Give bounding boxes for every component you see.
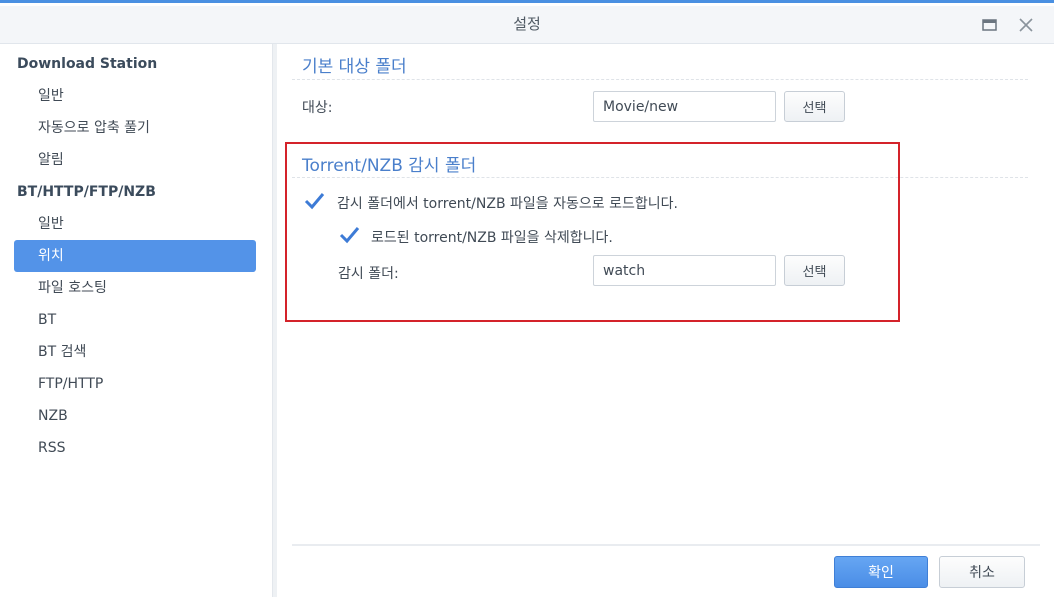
watch-folder-input[interactable] <box>593 255 776 286</box>
maximize-button[interactable] <box>979 14 1001 36</box>
sidebar-item-bt-search[interactable]: BT 검색 <box>14 336 256 368</box>
footer-divider <box>292 544 1040 546</box>
sidebar-scrollbar[interactable] <box>273 44 277 597</box>
watch-folder-select-button[interactable]: 선택 <box>784 255 845 286</box>
sidebar-item-notification[interactable]: 알림 <box>14 144 256 176</box>
sidebar-item-nzb[interactable]: NZB <box>14 400 256 432</box>
checkmark-icon <box>304 193 325 210</box>
sidebar-item-general[interactable]: 일반 <box>14 80 256 112</box>
delete-loaded-checkbox[interactable] <box>338 224 360 246</box>
sidebar-item-location[interactable]: 위치 <box>14 240 256 272</box>
sidebar: Download Station 일반 자동으로 압축 풀기 알림 BT/HTT… <box>0 44 273 597</box>
sidebar-item-bt-general[interactable]: 일반 <box>14 208 256 240</box>
sidebar-item-auto-extract[interactable]: 자동으로 압축 풀기 <box>14 112 256 144</box>
settings-window: 설정 Download Station 일반 자동으로 압축 풀기 알림 BT/… <box>0 0 1054 597</box>
main-panel: 기본 대상 폴더 대상: 선택 Torrent/NZB 감시 폴더 감시 폴더에… <box>292 44 1032 544</box>
watch-folder-label: 감시 폴더: <box>338 266 399 282</box>
close-button[interactable] <box>1015 14 1037 36</box>
auto-load-label: 감시 폴더에서 torrent/NZB 파일을 자동으로 로드합니다. <box>337 196 678 212</box>
sidebar-section-bt-http-ftp-nzb: BT/HTTP/FTP/NZB <box>17 184 156 200</box>
auto-load-checkbox[interactable] <box>303 190 325 212</box>
destination-select-button[interactable]: 선택 <box>784 91 845 122</box>
window-title: 설정 <box>513 15 541 33</box>
sidebar-item-rss[interactable]: RSS <box>14 432 256 464</box>
divider <box>292 177 1028 178</box>
divider <box>292 79 1028 80</box>
checkmark-icon <box>339 227 360 244</box>
sidebar-item-bt[interactable]: BT <box>14 304 256 336</box>
sidebar-item-ftp-http[interactable]: FTP/HTTP <box>14 368 256 400</box>
maximize-icon <box>982 19 997 31</box>
sidebar-item-file-hosting[interactable]: 파일 호스팅 <box>14 272 256 304</box>
title-bar: 설정 <box>0 6 1054 44</box>
close-icon <box>1019 18 1033 32</box>
destination-input[interactable] <box>593 91 776 122</box>
sidebar-section-download-station: Download Station <box>17 56 158 72</box>
ok-button[interactable]: 확인 <box>834 556 928 588</box>
cancel-button[interactable]: 취소 <box>939 556 1025 588</box>
destination-label: 대상: <box>302 100 333 116</box>
watch-folder-title: Torrent/NZB 감시 폴더 <box>302 156 477 176</box>
delete-loaded-label: 로드된 torrent/NZB 파일을 삭제합니다. <box>371 230 613 246</box>
default-folder-title: 기본 대상 폴더 <box>302 57 407 77</box>
